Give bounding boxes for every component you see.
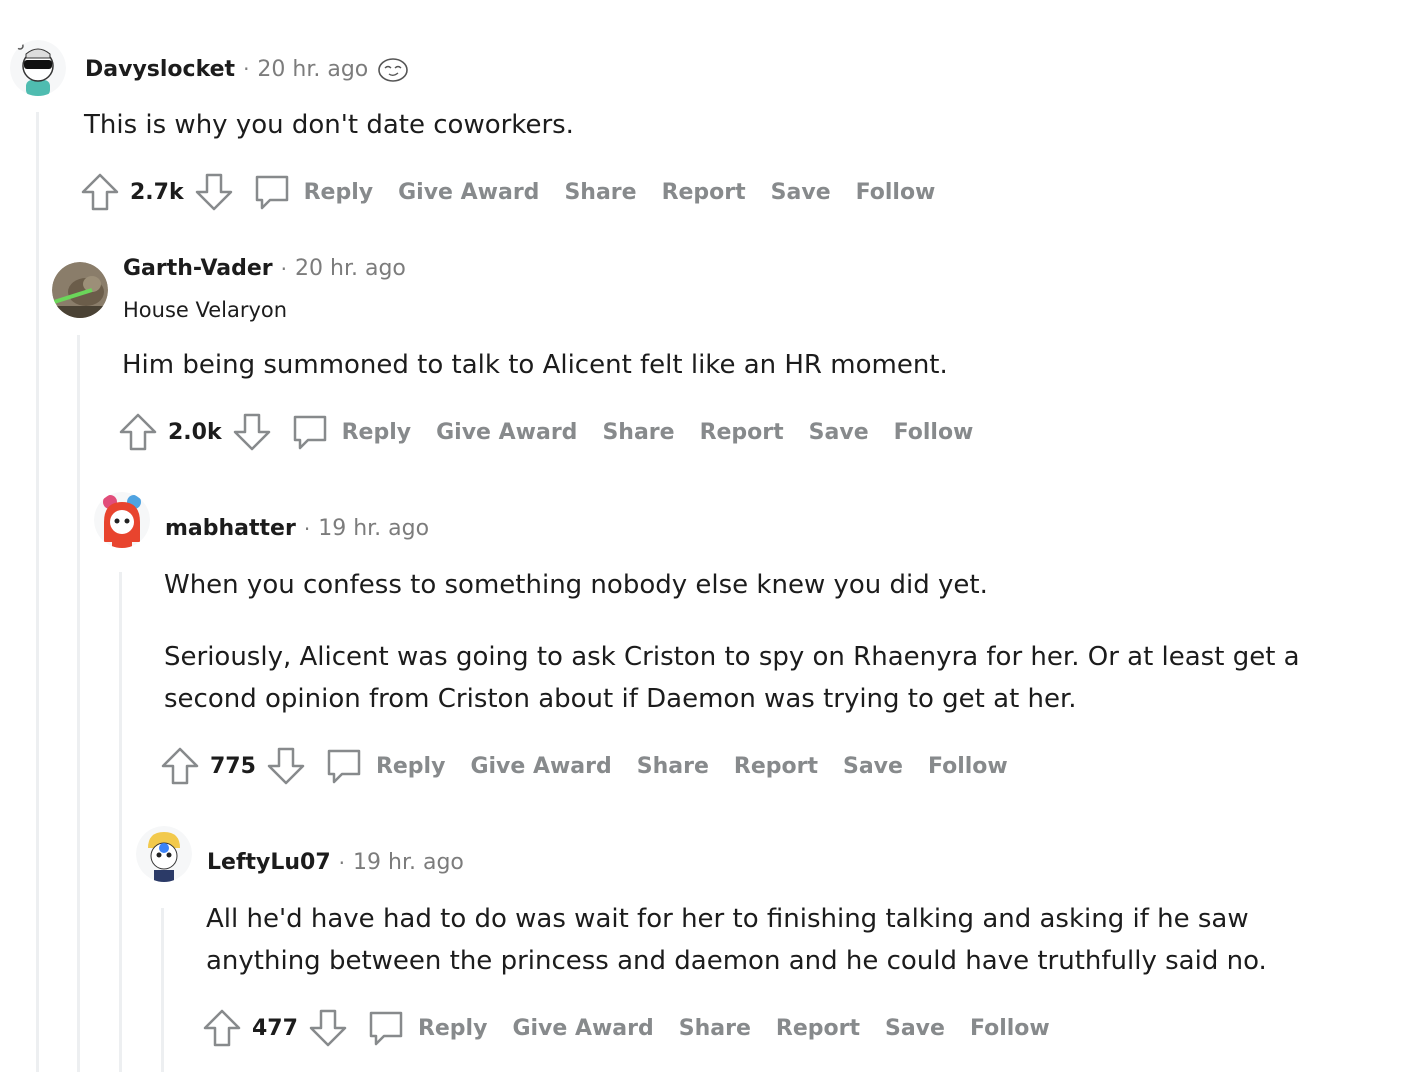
- vote-score: 775: [210, 753, 256, 779]
- comment-actions: 2.7k Reply Give Award Share Report Save …: [80, 172, 960, 212]
- downvote-icon[interactable]: [232, 412, 272, 452]
- comment-bubble-icon[interactable]: [290, 412, 330, 452]
- comment-paragraph: This is why you don't date coworkers.: [84, 110, 574, 140]
- thread-line-level-1[interactable]: [36, 112, 39, 1072]
- upvote-icon[interactable]: [202, 1008, 242, 1048]
- reply-button[interactable]: Reply: [342, 420, 412, 445]
- timestamp[interactable]: 19 hr. ago: [318, 516, 429, 541]
- avatar[interactable]: [10, 40, 66, 96]
- avatar[interactable]: [94, 492, 150, 548]
- comment-paragraph: Seriously, Alicent was going to ask Cris…: [164, 642, 1300, 714]
- user-flair: House Velaryon: [123, 298, 288, 322]
- timestamp[interactable]: 20 hr. ago: [257, 57, 368, 82]
- author-name[interactable]: Garth-Vader: [123, 256, 273, 281]
- comment-bubble-icon[interactable]: [366, 1008, 406, 1048]
- follow-button[interactable]: Follow: [856, 180, 936, 205]
- comment-meta: Garth-Vader · 20 hr. ago: [123, 256, 406, 281]
- save-button[interactable]: Save: [885, 1016, 945, 1041]
- follow-button[interactable]: Follow: [928, 754, 1008, 779]
- comment-bubble-icon[interactable]: [324, 746, 364, 786]
- avatar[interactable]: [52, 262, 108, 318]
- share-button[interactable]: Share: [602, 420, 674, 445]
- comment-body: This is why you don't date coworkers.: [84, 104, 1364, 146]
- comment-meta: Davyslocket · 20 hr. ago: [85, 54, 410, 84]
- comment-actions: 477 Reply Give Award Share Report Save F…: [202, 1008, 1075, 1048]
- report-button[interactable]: Report: [734, 754, 818, 779]
- comment-paragraph: When you confess to something nobody els…: [164, 570, 988, 600]
- follow-button[interactable]: Follow: [970, 1016, 1050, 1041]
- comment-bubble-icon[interactable]: [252, 172, 292, 212]
- share-button[interactable]: Share: [637, 754, 709, 779]
- reply-button[interactable]: Reply: [418, 1016, 488, 1041]
- share-button[interactable]: Share: [564, 180, 636, 205]
- comment-body: All he'd have had to do was wait for her…: [206, 898, 1356, 982]
- thread-line-level-4[interactable]: [161, 908, 164, 1072]
- reply-button[interactable]: Reply: [376, 754, 446, 779]
- meta-separator: ·: [243, 57, 250, 81]
- author-name[interactable]: mabhatter: [165, 516, 296, 541]
- author-name[interactable]: Davyslocket: [85, 57, 235, 82]
- comment-actions: 2.0k Reply Give Award Share Report Save …: [118, 412, 998, 452]
- comment-meta: mabhatter · 19 hr. ago: [165, 516, 429, 541]
- avatar[interactable]: [136, 826, 192, 882]
- save-button[interactable]: Save: [809, 420, 869, 445]
- timestamp[interactable]: 19 hr. ago: [353, 850, 464, 875]
- meta-separator: ·: [303, 516, 311, 541]
- vote-score: 477: [252, 1015, 298, 1041]
- timestamp[interactable]: 20 hr. ago: [295, 256, 406, 281]
- upvote-icon[interactable]: [160, 746, 200, 786]
- give-award-button[interactable]: Give Award: [512, 1016, 653, 1041]
- save-button[interactable]: Save: [771, 180, 831, 205]
- save-button[interactable]: Save: [843, 754, 903, 779]
- meta-separator: ·: [280, 256, 288, 281]
- comment-body: Him being summoned to talk to Alicent fe…: [122, 344, 1362, 386]
- thread-line-level-3[interactable]: [119, 572, 122, 1072]
- share-button[interactable]: Share: [679, 1016, 751, 1041]
- give-award-button[interactable]: Give Award: [398, 180, 539, 205]
- give-award-button[interactable]: Give Award: [436, 420, 577, 445]
- report-button[interactable]: Report: [700, 420, 784, 445]
- comment-meta: LeftyLu07 · 19 hr. ago: [207, 850, 464, 875]
- give-award-button[interactable]: Give Award: [470, 754, 611, 779]
- comment-paragraph: Him being summoned to talk to Alicent fe…: [122, 350, 948, 380]
- thread-line-level-2[interactable]: [77, 335, 80, 1072]
- comment-actions: 775 Reply Give Award Share Report Save F…: [160, 746, 1033, 786]
- upvote-icon[interactable]: [80, 172, 120, 212]
- downvote-icon[interactable]: [194, 172, 234, 212]
- downvote-icon[interactable]: [308, 1008, 348, 1048]
- vote-score: 2.7k: [130, 179, 184, 205]
- vote-score: 2.0k: [168, 419, 222, 445]
- meta-separator: ·: [338, 850, 346, 875]
- author-name[interactable]: LeftyLu07: [207, 850, 331, 875]
- reply-button[interactable]: Reply: [304, 180, 374, 205]
- comment-body: When you confess to something nobody els…: [164, 564, 1364, 720]
- downvote-icon[interactable]: [266, 746, 306, 786]
- report-button[interactable]: Report: [776, 1016, 860, 1041]
- award-icon[interactable]: [376, 54, 410, 84]
- report-button[interactable]: Report: [662, 180, 746, 205]
- comment-paragraph: All he'd have had to do was wait for her…: [206, 904, 1267, 976]
- follow-button[interactable]: Follow: [894, 420, 974, 445]
- upvote-icon[interactable]: [118, 412, 158, 452]
